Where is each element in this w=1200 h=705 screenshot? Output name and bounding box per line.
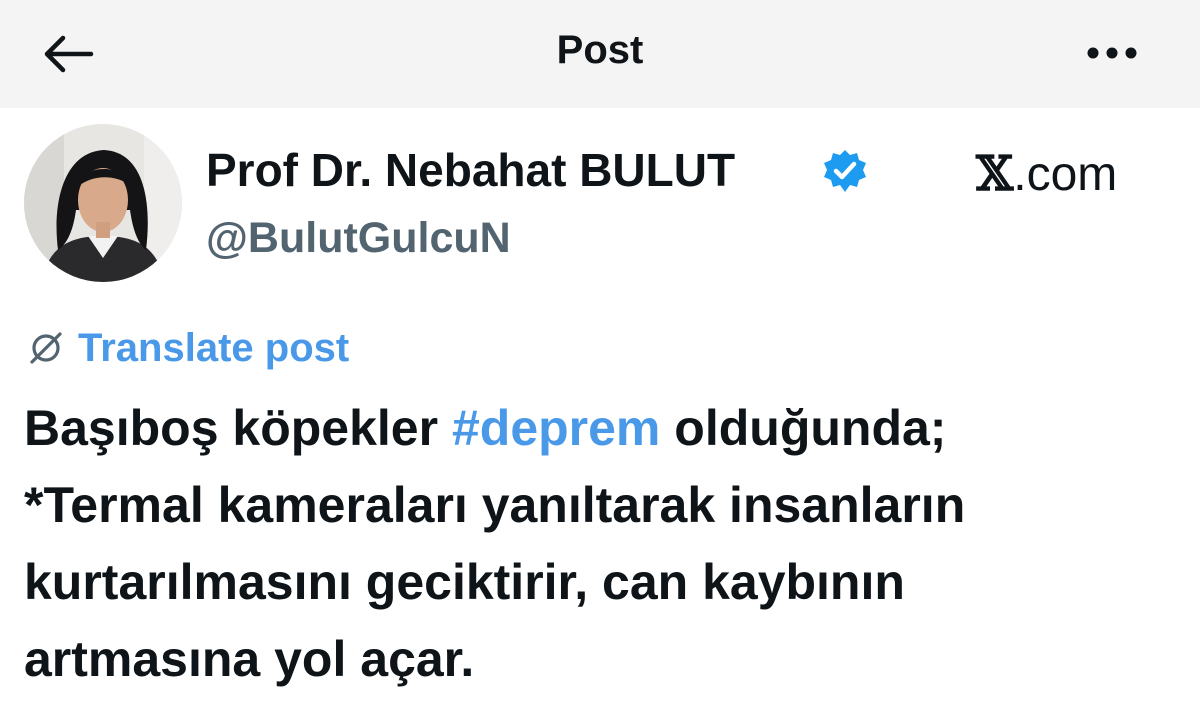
translate-post-label: Translate post (78, 326, 350, 370)
post-line-2: *Termal kameraları yanıltarak insanların (24, 477, 966, 533)
post-line-3: kurtarılmasını geciktirir, can kaybının (24, 554, 905, 610)
verified-badge-icon (824, 150, 866, 192)
page-title: Post (556, 28, 644, 72)
x-com-watermark: 𝕏.com (976, 146, 1118, 202)
author-handle[interactable]: @BulutGulcuN (206, 212, 511, 264)
translate-post-button[interactable]: Translate post (24, 322, 349, 374)
hashtag-deprem-link[interactable]: #deprem (452, 400, 660, 456)
avatar[interactable] (24, 124, 182, 282)
post-text: Başıboş köpekler #deprem olduğunda; *Ter… (24, 390, 1184, 698)
post-line-4: artmasına yol açar. (24, 631, 475, 687)
arrow-left-icon (44, 35, 94, 73)
back-button[interactable] (36, 26, 100, 82)
more-horizontal-icon (1087, 47, 1137, 59)
more-options-button[interactable] (1080, 28, 1144, 78)
top-bar: Post (0, 0, 1200, 108)
post-line-1: Başıboş köpekler #deprem olduğunda; (24, 400, 947, 456)
translate-globe-icon (24, 326, 68, 370)
author-display-name[interactable]: Prof Dr. Nebahat BULUT (206, 142, 735, 198)
